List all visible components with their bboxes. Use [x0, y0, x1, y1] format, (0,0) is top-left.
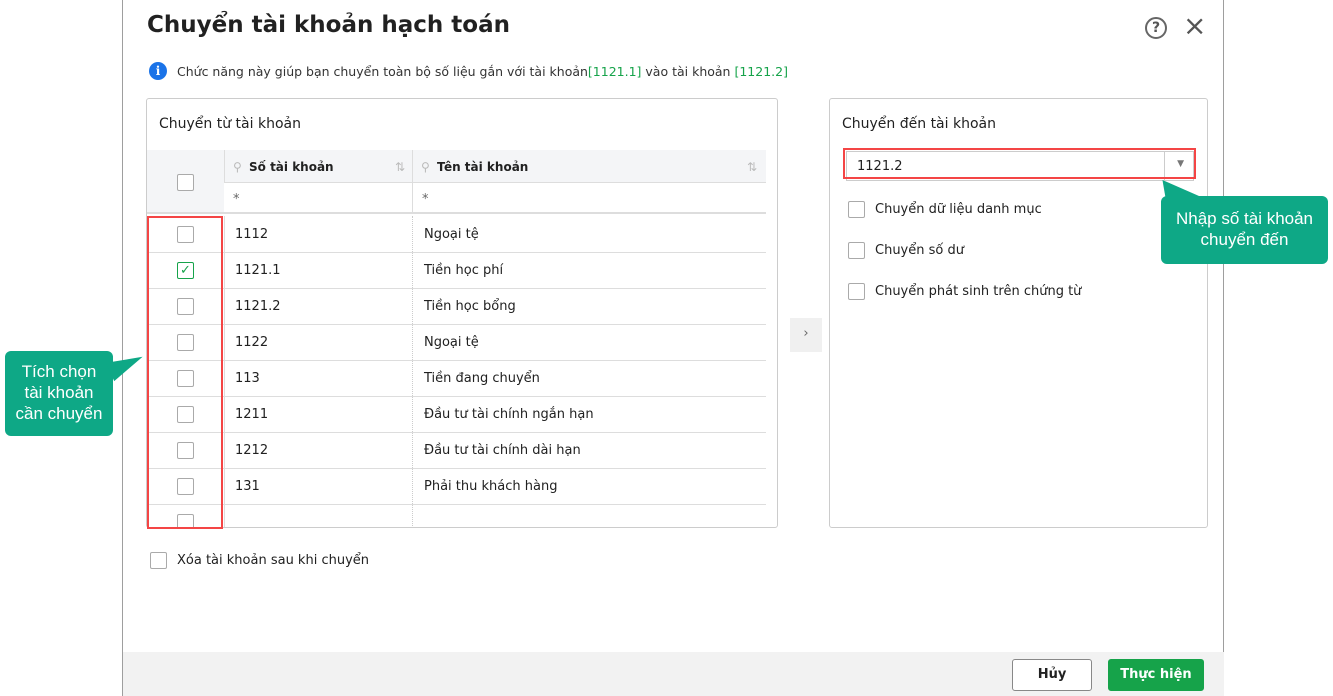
column-header-code[interactable]: Số tài khoản: [249, 160, 334, 174]
select-all-checkbox[interactable]: [177, 174, 194, 191]
table-row[interactable]: 1122 Ngoại tệ: [147, 325, 766, 361]
option-transfer-vouchers[interactable]: Chuyển phát sinh trên chứng từ: [848, 283, 1081, 300]
checkbox-column-highlight: [147, 216, 223, 529]
transfer-account-dialog: Chuyển tài khoản hạch toán ? × i Chức nă…: [122, 0, 1224, 696]
account-name: Tiền đang chuyển: [424, 371, 540, 386]
grid-header: ⚲ Số tài khoản ⇅ ⚲ Tên tài khoản ⇅ * *: [147, 150, 766, 214]
pin-icon[interactable]: ⚲: [421, 160, 430, 174]
source-panel-title: Chuyển từ tài khoản: [159, 116, 301, 132]
table-row[interactable]: ✓ 1121.1 Tiền học phí: [147, 253, 766, 289]
pin-icon[interactable]: ⚲: [233, 160, 242, 174]
column-header-name[interactable]: Tên tài khoản: [437, 160, 528, 174]
table-row[interactable]: 1211 Đầu tư tài chính ngắn hạn: [147, 397, 766, 433]
table-row[interactable]: 1121.2 Tiền học bổng: [147, 289, 766, 325]
dialog-title: Chuyển tài khoản hạch toán: [147, 12, 510, 38]
account-code: 1112: [235, 227, 269, 242]
target-select-highlight: [843, 148, 1196, 179]
account-name: Đầu tư tài chính dài hạn: [424, 443, 581, 458]
table-row[interactable]: 1212 Đầu tư tài chính dài hạn: [147, 433, 766, 469]
account-name: Ngoại tệ: [424, 227, 479, 242]
sort-icon[interactable]: ⇅: [747, 160, 757, 174]
source-account-panel: Chuyển từ tài khoản ⚲ Số tài khoản ⇅ ⚲ T…: [146, 98, 778, 528]
table-row[interactable]: 131 Phải thu khách hàng: [147, 469, 766, 505]
cancel-button[interactable]: Hủy: [1012, 659, 1092, 691]
close-icon[interactable]: ×: [1183, 12, 1206, 40]
sort-icon[interactable]: ⇅: [395, 160, 405, 174]
table-row[interactable]: 113 Tiền đang chuyển: [147, 361, 766, 397]
account-grid: ⚲ Số tài khoản ⇅ ⚲ Tên tài khoản ⇅ * * 1…: [147, 150, 766, 527]
info-icon: i: [149, 62, 167, 80]
account-code: 1211: [235, 407, 269, 422]
table-row[interactable]: 1112 Ngoại tệ: [147, 217, 766, 253]
account-name: Phải thu khách hàng: [424, 479, 558, 494]
account-code: 1121.1: [235, 263, 281, 278]
filter-code-input[interactable]: *: [224, 183, 412, 212]
table-row-partial: [147, 505, 766, 527]
account-code: 113: [235, 371, 260, 386]
account-name: Đầu tư tài chính ngắn hạn: [424, 407, 594, 422]
info-message: i Chức năng này giúp bạn chuyển toàn bộ …: [149, 62, 788, 80]
account-code: 131: [235, 479, 260, 494]
help-icon[interactable]: ?: [1145, 17, 1167, 39]
account-name: Ngoại tệ: [424, 335, 479, 350]
account-name: Tiền học phí: [424, 263, 504, 278]
callout-right: Nhập số tài khoản chuyển đến: [1161, 196, 1328, 264]
option-transfer-catalog[interactable]: Chuyển dữ liệu danh mục: [848, 201, 1042, 218]
move-right-button[interactable]: ›: [790, 318, 822, 352]
filter-name-input[interactable]: *: [413, 183, 766, 212]
account-code: 1122: [235, 335, 269, 350]
option-transfer-balance[interactable]: Chuyển số dư: [848, 242, 964, 259]
target-panel-title: Chuyển đến tài khoản: [842, 116, 996, 132]
callout-left: Tích chọn tài khoản cần chuyển: [5, 351, 113, 436]
account-code: 1212: [235, 443, 269, 458]
submit-button[interactable]: Thực hiện: [1108, 659, 1204, 691]
account-name: Tiền học bổng: [424, 299, 516, 314]
delete-after-transfer-checkbox[interactable]: Xóa tài khoản sau khi chuyển: [150, 552, 369, 569]
account-code: 1121.2: [235, 299, 281, 314]
